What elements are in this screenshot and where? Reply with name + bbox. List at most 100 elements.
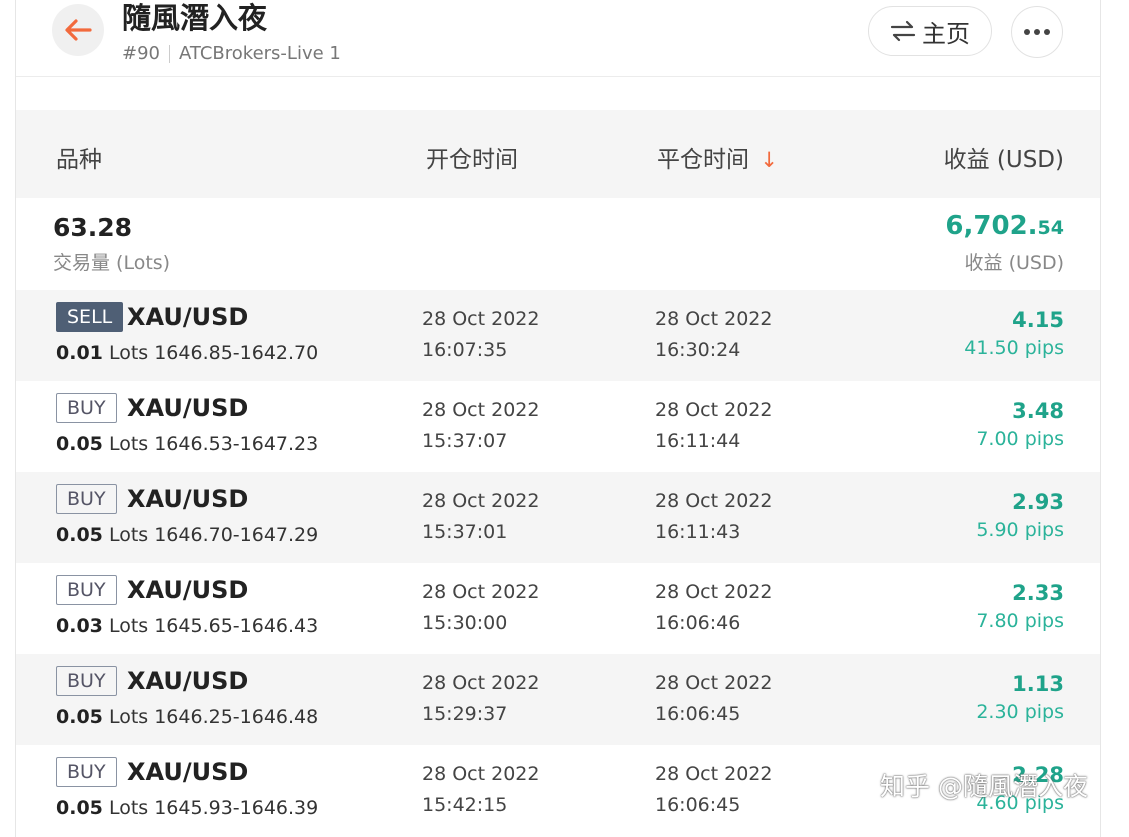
total-volume-label: 交易量 (Lots) [53, 252, 171, 274]
trade-profit: 3.48 [1012, 399, 1064, 423]
price-range: 1646.70-1647.29 [154, 524, 319, 546]
open-date: 28 Oct 2022 [422, 581, 540, 603]
open-clock: 15:42:15 [422, 794, 508, 816]
table-row[interactable]: BUY XAU/USD 0.05 Lots 1646.70-1647.29 28 Oc… [16, 472, 1100, 563]
table-row[interactable]: BUY XAU/USD 0.03 Lots 1645.65-1646.43 28 Oc… [16, 563, 1100, 654]
close-clock: 16:11:44 [655, 430, 741, 452]
column-symbol[interactable]: 品种 [56, 140, 102, 174]
column-open-time[interactable]: 开仓时间 [426, 140, 518, 174]
side-badge: BUY [56, 393, 117, 423]
table-header: 品种 开仓时间 平仓时间 ↓ 收益 (USD) [16, 110, 1100, 198]
close-time: 28 Oct 2022 16:11:43 [655, 486, 772, 548]
more-icon [1024, 29, 1050, 35]
side-badge: BUY [56, 757, 117, 787]
close-clock: 16:06:46 [655, 612, 741, 634]
open-clock: 15:37:01 [422, 521, 508, 543]
close-clock: 16:30:24 [655, 339, 741, 361]
lots-info: 0.05 Lots 1646.25-1646.48 [56, 706, 318, 728]
watermark: 知乎 @隨風潛入夜 [880, 772, 1088, 801]
side-badge: BUY [56, 575, 117, 605]
price-range: 1646.25-1646.48 [154, 706, 319, 728]
trade-pips: 5.90 pips [976, 519, 1064, 541]
lot-unit: Lots [108, 524, 149, 546]
price-range: 1645.93-1646.39 [154, 797, 319, 819]
page-title: 隨風潛入夜 [122, 1, 268, 35]
lots-info: 0.05 Lots 1645.93-1646.39 [56, 797, 318, 819]
price-range: 1645.65-1646.43 [154, 615, 319, 637]
close-clock: 16:06:45 [655, 794, 741, 816]
symbol: XAU/USD [127, 394, 249, 422]
lot-size: 0.05 [56, 797, 103, 819]
open-date: 28 Oct 2022 [422, 672, 540, 694]
open-date: 28 Oct 2022 [422, 399, 540, 421]
table-row[interactable]: BUY XAU/USD 0.05 Lots 1646.25-1646.48 28 Oc… [16, 654, 1100, 745]
close-time: 28 Oct 2022 16:06:45 [655, 668, 772, 730]
side-badge: BUY [56, 666, 117, 696]
lot-unit: Lots [108, 706, 149, 728]
close-date: 28 Oct 2022 [655, 581, 773, 603]
trade-pips: 7.00 pips [976, 428, 1064, 450]
lot-size: 0.01 [56, 342, 103, 364]
close-date: 28 Oct 2022 [655, 763, 773, 785]
open-time: 28 Oct 2022 15:42:15 [422, 759, 539, 821]
lot-unit: Lots [108, 342, 149, 364]
lot-size: 0.05 [56, 706, 103, 728]
close-date: 28 Oct 2022 [655, 490, 773, 512]
swap-icon [890, 20, 916, 42]
symbol: XAU/USD [127, 758, 249, 786]
open-date: 28 Oct 2022 [422, 763, 540, 785]
table-row[interactable]: BUY XAU/USD 0.05 Lots 1646.53-1647.23 28 Oc… [16, 381, 1100, 472]
price-range: 1646.85-1642.70 [154, 342, 319, 364]
home-button[interactable]: 主页 [868, 6, 992, 56]
column-close-time-label: 平仓时间 [657, 147, 749, 173]
side-badge: BUY [56, 484, 117, 514]
lots-info: 0.03 Lots 1645.65-1646.43 [56, 615, 318, 637]
lot-unit: Lots [108, 615, 149, 637]
open-clock: 15:29:37 [422, 703, 508, 725]
close-time: 28 Oct 2022 16:06:46 [655, 577, 772, 639]
lots-info: 0.05 Lots 1646.53-1647.23 [56, 433, 318, 455]
account-number: #90 [122, 43, 160, 64]
close-date: 28 Oct 2022 [655, 308, 773, 330]
divider [169, 44, 170, 63]
more-button[interactable] [1011, 6, 1063, 58]
open-date: 28 Oct 2022 [422, 308, 540, 330]
open-clock: 16:07:35 [422, 339, 508, 361]
close-date: 28 Oct 2022 [655, 672, 773, 694]
sort-desc-icon: ↓ [760, 148, 778, 172]
page-header: 隨風潛入夜 #90 ATCBrokers-Live 1 主页 [16, 0, 1100, 77]
home-label: 主页 [922, 19, 970, 48]
trade-pips: 7.80 pips [976, 610, 1064, 632]
open-clock: 15:37:07 [422, 430, 508, 452]
back-button[interactable] [52, 4, 104, 56]
open-time: 28 Oct 2022 15:37:01 [422, 486, 539, 548]
trade-pips: 2.30 pips [976, 701, 1064, 723]
price-range: 1646.53-1647.23 [154, 433, 319, 455]
trade-profit: 1.13 [1012, 672, 1064, 696]
symbol: XAU/USD [127, 667, 249, 695]
table-row[interactable]: SELL XAU/USD 0.01 Lots 1646.85-1642.70 28 O… [16, 290, 1100, 381]
close-date: 28 Oct 2022 [655, 399, 773, 421]
lots-info: 0.01 Lots 1646.85-1642.70 [56, 342, 318, 364]
total-profit-dec: 54 [1037, 217, 1064, 239]
summary-row: 63.28 交易量 (Lots) 6,702.54 收益 (USD) [16, 198, 1100, 290]
open-time: 28 Oct 2022 15:29:37 [422, 668, 539, 730]
trade-pips: 41.50 pips [964, 337, 1064, 359]
side-badge: SELL [56, 302, 124, 332]
open-clock: 15:30:00 [422, 612, 508, 634]
lot-unit: Lots [108, 433, 149, 455]
column-close-time[interactable]: 平仓时间 ↓ [657, 140, 778, 174]
column-profit[interactable]: 收益 (USD) [944, 140, 1064, 174]
lot-size: 0.05 [56, 433, 103, 455]
total-volume: 63.28 [53, 213, 133, 242]
trade-profit: 2.33 [1012, 581, 1064, 605]
close-time: 28 Oct 2022 16:30:24 [655, 304, 772, 366]
total-profit-int: 6,702. [945, 211, 1038, 241]
total-profit: 6,702.54 [945, 211, 1064, 241]
open-time: 28 Oct 2022 15:37:07 [422, 395, 539, 457]
close-time: 28 Oct 2022 16:11:44 [655, 395, 772, 457]
symbol: XAU/USD [127, 576, 249, 604]
trade-profit: 2.93 [1012, 490, 1064, 514]
lot-size: 0.05 [56, 524, 103, 546]
symbol: XAU/USD [127, 303, 249, 331]
